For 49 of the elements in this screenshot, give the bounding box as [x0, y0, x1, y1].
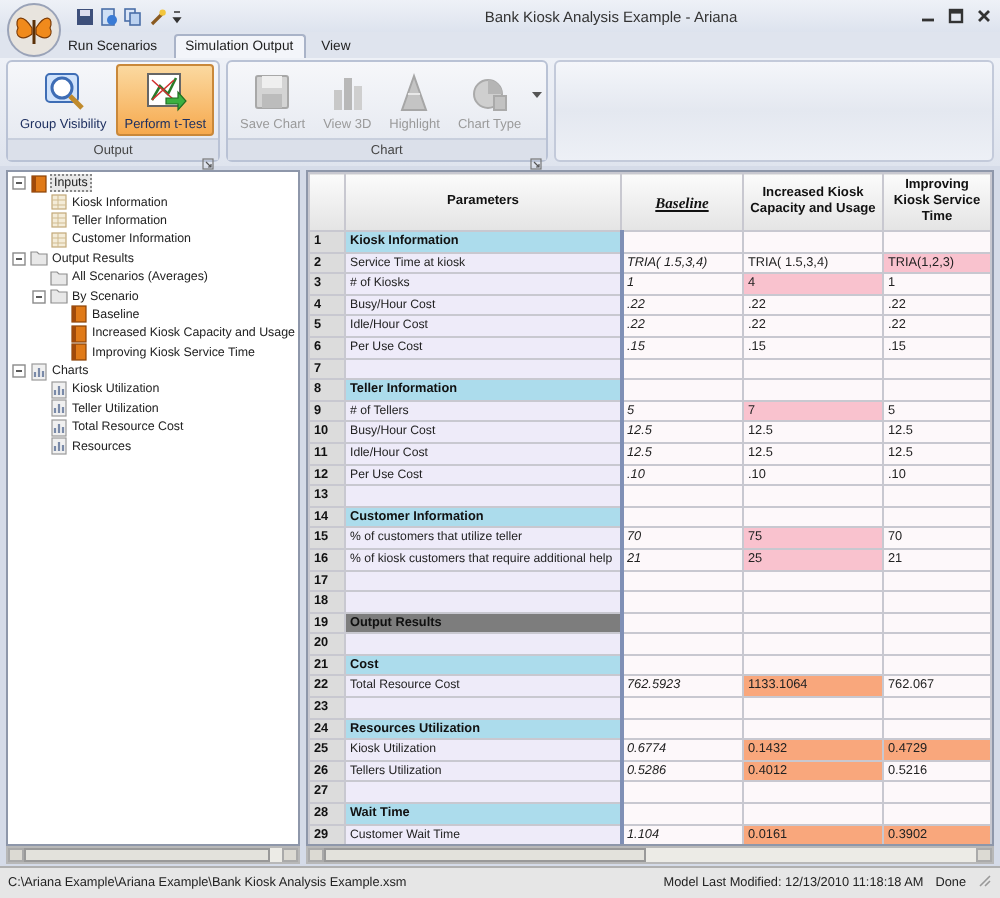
table-cell — [621, 781, 743, 804]
table-cell — [621, 718, 743, 740]
spreadsheet-icon — [49, 229, 67, 250]
table-cell — [621, 654, 743, 676]
chart-icon — [49, 436, 67, 457]
collapse-toggle-icon[interactable] — [12, 251, 26, 266]
dropdown-icon[interactable] — [172, 7, 182, 25]
table-cell — [621, 358, 743, 380]
book-icon — [69, 304, 87, 325]
folder-icon — [49, 286, 67, 307]
book-icon — [69, 342, 87, 363]
table-cell — [621, 612, 743, 634]
folder-icon — [49, 267, 67, 288]
table-cell — [621, 379, 743, 401]
chart-icon — [49, 398, 67, 419]
horizontal-scrollbar[interactable] — [306, 846, 994, 864]
collapse-toggle-icon[interactable] — [12, 364, 26, 379]
table-cell — [621, 633, 743, 655]
collapse-toggle-icon[interactable] — [12, 176, 26, 191]
horizontal-scrollbar[interactable] — [6, 846, 300, 864]
chart-icon — [49, 417, 67, 438]
chart-arrow-icon — [143, 69, 188, 113]
dialog-launcher-icon[interactable] — [202, 158, 215, 170]
table-cell — [621, 231, 743, 253]
table-cell — [621, 591, 743, 613]
table-cell — [621, 697, 743, 719]
floppy-icon — [250, 69, 295, 113]
butterfly-logo-icon — [6, 2, 62, 58]
chart-icon — [29, 361, 47, 382]
magnifier-icon — [41, 69, 86, 113]
book-icon — [69, 323, 87, 344]
document-icon[interactable] — [100, 7, 118, 25]
documents-icon[interactable] — [124, 7, 142, 25]
collapse-toggle-icon[interactable] — [32, 289, 46, 304]
spreadsheet-icon — [49, 210, 67, 231]
dialog-launcher-icon[interactable] — [529, 158, 542, 170]
wand-icon[interactable] — [148, 7, 166, 25]
folder-icon — [29, 248, 47, 269]
table-cell — [621, 485, 743, 507]
maximize-icon[interactable] — [948, 8, 964, 24]
table-cell — [621, 570, 743, 592]
table-cell — [621, 803, 743, 825]
table-cell — [621, 506, 743, 528]
spreadsheet-icon — [49, 192, 67, 213]
close-icon[interactable] — [976, 8, 992, 24]
book-icon — [29, 173, 47, 194]
resize-grip-icon — [978, 874, 992, 888]
corner-cell — [309, 173, 345, 231]
chart-icon — [49, 380, 67, 400]
